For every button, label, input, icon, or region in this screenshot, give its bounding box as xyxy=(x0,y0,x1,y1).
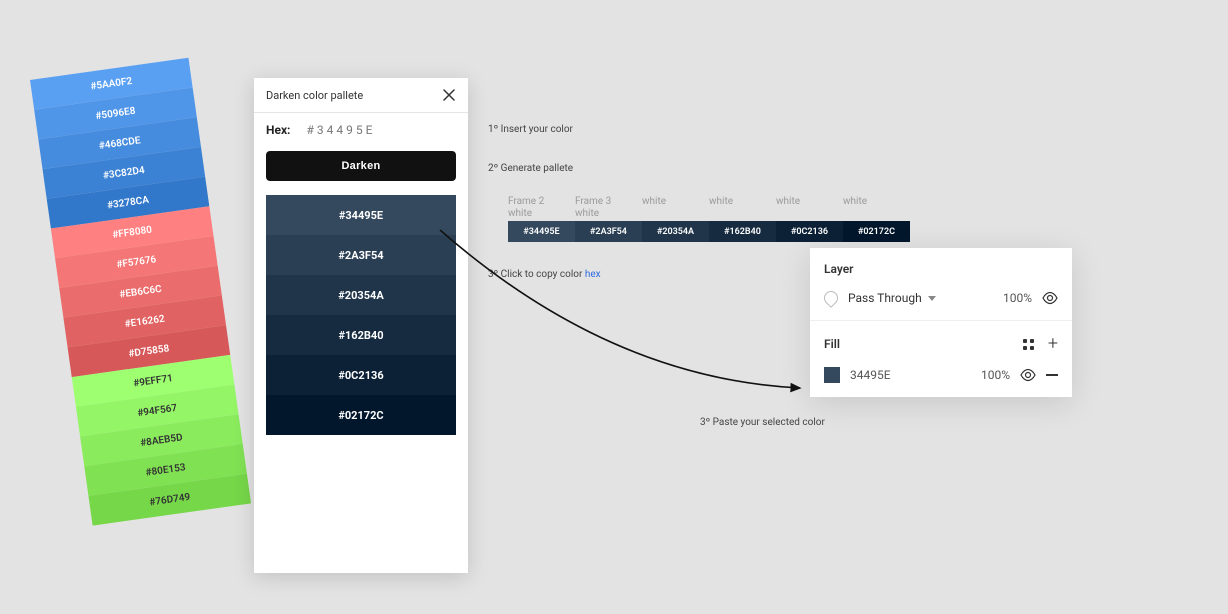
hex-label: Hex: xyxy=(266,123,290,137)
result-swatch[interactable]: #2A3F54 xyxy=(266,235,456,275)
result-palette: #34495E#2A3F54#20354A#162B40#0C2136#0217… xyxy=(266,195,456,435)
remove-fill-icon[interactable] xyxy=(1046,374,1058,376)
fill-opacity-input[interactable]: 100% xyxy=(962,368,1010,382)
fill-hex-input[interactable]: 34495E xyxy=(850,368,952,382)
fill-header: Fill + xyxy=(824,335,1058,353)
caption-step3: 3º Click to copy color hex xyxy=(488,269,601,280)
caption-step3-link: hex xyxy=(585,269,601,280)
layer-blend-row: Pass Through 100% xyxy=(824,290,1058,306)
result-swatch[interactable]: #02172C xyxy=(266,395,456,435)
fill-section: Fill + 34495E 100% xyxy=(810,321,1072,397)
fill-section-title: Fill xyxy=(824,337,840,351)
add-fill-icon[interactable]: + xyxy=(1048,335,1058,353)
result-swatch[interactable]: #162B40 xyxy=(266,315,456,355)
fill-color-chip[interactable] xyxy=(824,367,840,383)
eye-icon[interactable] xyxy=(1020,367,1036,383)
caption-step1: 1º Insert your color xyxy=(488,124,573,135)
hex-input-row: Hex: xyxy=(254,113,468,147)
frame-label: Frame 3white xyxy=(575,196,642,220)
result-swatch[interactable]: #0C2136 xyxy=(266,355,456,395)
caption-step2: 2º Generate pallete xyxy=(488,163,573,174)
hex-input[interactable] xyxy=(306,123,416,137)
dialog-title: Darken color pallete xyxy=(266,89,363,102)
chevron-down-icon xyxy=(928,296,936,301)
caption-step4: 3º Paste your selected color xyxy=(700,417,825,428)
fill-row: 34495E 100% xyxy=(824,367,1058,383)
close-icon[interactable] xyxy=(442,88,456,102)
palette-chip[interactable]: #2A3F54 xyxy=(575,221,642,242)
palette-chip[interactable]: #34495E xyxy=(508,221,575,242)
caption-step3-text: 3º Click to copy color xyxy=(488,269,585,280)
palette-chip[interactable]: #02172C xyxy=(843,221,910,242)
frame-label: white xyxy=(709,196,776,220)
darken-button[interactable]: Darken xyxy=(266,151,456,181)
layer-section-title: Layer xyxy=(824,262,1058,276)
layer-section: Layer Pass Through 100% xyxy=(810,248,1072,321)
design-panel: Layer Pass Through 100% Fill + 34495E 10… xyxy=(810,248,1072,397)
sample-palette-stack: #5AA0F2#5096E8#468CDE#3C82D4#3278CA#FF80… xyxy=(30,58,251,526)
layer-opacity-input[interactable]: 100% xyxy=(984,291,1032,305)
frame-label: Frame 2white xyxy=(508,196,575,220)
frame-label: white xyxy=(776,196,843,220)
result-swatch[interactable]: #20354A xyxy=(266,275,456,315)
palette-chip[interactable]: #162B40 xyxy=(709,221,776,242)
dialog-header: Darken color pallete xyxy=(254,78,468,113)
frame-labels: Frame 2whiteFrame 3whitewhitewhitewhitew… xyxy=(508,196,910,220)
frame-label: white xyxy=(642,196,709,220)
style-library-icon[interactable] xyxy=(1023,339,1034,350)
palette-chip-row: #34495E#2A3F54#20354A#162B40#0C2136#0217… xyxy=(508,221,910,242)
palette-chip[interactable]: #0C2136 xyxy=(776,221,843,242)
blend-mode-value: Pass Through xyxy=(848,291,922,305)
blend-mode-icon[interactable] xyxy=(821,288,841,308)
result-swatch[interactable]: #34495E xyxy=(266,195,456,235)
frame-label: white xyxy=(843,196,910,220)
palette-chip[interactable]: #20354A xyxy=(642,221,709,242)
plugin-dialog: Darken color pallete Hex: Darken #34495E… xyxy=(254,78,468,573)
eye-icon[interactable] xyxy=(1042,290,1058,306)
blend-mode-select[interactable]: Pass Through xyxy=(848,291,974,305)
